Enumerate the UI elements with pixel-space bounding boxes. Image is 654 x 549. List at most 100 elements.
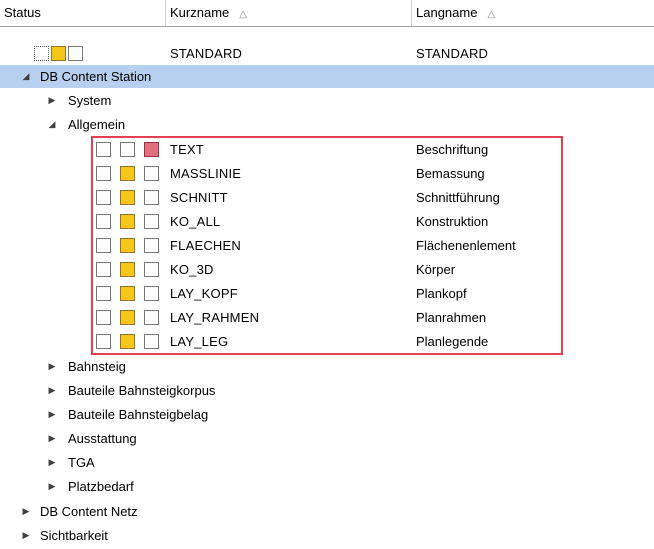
- status-checkbox-visible[interactable]: [96, 214, 111, 229]
- status-checkbox-visible[interactable]: [96, 286, 111, 301]
- tree-label: Bahnsteig: [68, 359, 126, 374]
- collapsed-arrow-icon[interactable]: ▶: [20, 524, 32, 547]
- langname-cell: Beschriftung: [416, 142, 489, 157]
- layer-row[interactable]: LAY_KOPF Plankopf: [0, 282, 654, 305]
- tree-row-tga[interactable]: ▶ TGA: [0, 451, 654, 474]
- tree-row-sichtbarkeit[interactable]: ▶ Sichtbarkeit: [0, 524, 654, 547]
- status-checkbox-locked[interactable]: [144, 286, 159, 301]
- langname-cell: Flächenenlement: [416, 238, 516, 253]
- status-checkbox-locked[interactable]: [144, 166, 159, 181]
- layer-row[interactable]: TEXT Beschriftung: [0, 138, 654, 161]
- tree-row-ausstattung[interactable]: ▶ Ausstattung: [0, 427, 654, 450]
- header-langname[interactable]: Langname △: [412, 0, 654, 26]
- status-checkbox-visible[interactable]: [96, 238, 111, 253]
- status-checkbox-locked[interactable]: [144, 190, 159, 205]
- collapsed-arrow-icon[interactable]: ▶: [20, 500, 32, 523]
- status-checkbox-active[interactable]: [120, 286, 135, 301]
- status-checkbox-active[interactable]: [51, 46, 66, 61]
- layer-row[interactable]: SCHNITT Schnittführung: [0, 186, 654, 209]
- layer-row[interactable]: FLAECHEN Flächenenlement: [0, 234, 654, 257]
- layer-row[interactable]: LAY_LEG Planlegende: [0, 330, 654, 353]
- tree-label: DB Content Netz: [40, 504, 138, 519]
- status-checkbox-locked[interactable]: [68, 46, 83, 61]
- header-kurzname[interactable]: Kurzname △: [166, 0, 411, 26]
- tree-label: DB Content Station: [40, 69, 152, 84]
- langname-cell: Körper: [416, 262, 456, 277]
- header-status-label: Status: [4, 5, 41, 20]
- kurzname-cell: TEXT: [170, 142, 205, 157]
- status-checkbox-active[interactable]: [120, 334, 135, 349]
- kurzname-cell: LAY_KOPF: [170, 286, 238, 301]
- tree-row-allgemein[interactable]: ◢ Allgemein: [0, 113, 654, 136]
- status-checkbox-visible[interactable]: [96, 142, 111, 157]
- tree-label: Sichtbarkeit: [40, 528, 108, 543]
- status-checkbox-visible[interactable]: [34, 46, 49, 61]
- layer-row[interactable]: MASSLINIE Bemassung: [0, 162, 654, 185]
- status-checkbox-locked[interactable]: [144, 214, 159, 229]
- tree-row-bahnsteig[interactable]: ▶ Bahnsteig: [0, 355, 654, 378]
- status-checkbox-locked[interactable]: [144, 262, 159, 277]
- tree-label: Allgemein: [68, 117, 126, 132]
- status-checkbox-active[interactable]: [120, 190, 135, 205]
- langname-cell: Planlegende: [416, 334, 489, 349]
- langname-cell: Plankopf: [416, 286, 467, 301]
- status-checkbox-active[interactable]: [120, 142, 135, 157]
- tree-row-standard[interactable]: STANDARD STANDARD: [0, 42, 654, 65]
- tree-label: Ausstattung: [68, 431, 137, 446]
- header-langname-label: Langname: [416, 5, 478, 20]
- layer-row[interactable]: KO_3D Körper: [0, 258, 654, 281]
- sort-ascending-icon: △: [487, 9, 496, 20]
- status-checkbox-visible[interactable]: [96, 166, 111, 181]
- status-checkbox-active[interactable]: [120, 310, 135, 325]
- expanded-arrow-icon[interactable]: ◢: [46, 113, 58, 136]
- status-checkbox-active[interactable]: [120, 238, 135, 253]
- status-checkbox-active[interactable]: [120, 262, 135, 277]
- collapsed-arrow-icon[interactable]: ▶: [46, 451, 58, 474]
- sort-ascending-icon: △: [239, 9, 247, 20]
- status-checkbox-active[interactable]: [120, 166, 135, 181]
- collapsed-arrow-icon[interactable]: ▶: [46, 89, 58, 112]
- column-header: Status Kurzname △ Langname △: [0, 0, 654, 27]
- kurzname-cell: KO_3D: [170, 262, 214, 277]
- tree-row-db-content-station[interactable]: ◢ DB Content Station: [0, 65, 654, 88]
- tree-row-bauteile-korpus[interactable]: ▶ Bauteile Bahnsteigkorpus: [0, 379, 654, 402]
- status-checkbox-locked[interactable]: [144, 238, 159, 253]
- kurzname-cell: STANDARD: [170, 46, 243, 61]
- langname-cell: Planrahmen: [416, 310, 487, 325]
- collapsed-arrow-icon[interactable]: ▶: [46, 475, 58, 498]
- kurzname-cell: FLAECHEN: [170, 238, 241, 253]
- layer-row[interactable]: KO_ALL Konstruktion: [0, 210, 654, 233]
- tree-row-platzbedarf[interactable]: ▶ Platzbedarf: [0, 475, 654, 498]
- collapsed-arrow-icon[interactable]: ▶: [46, 355, 58, 378]
- collapsed-arrow-icon[interactable]: ▶: [46, 379, 58, 402]
- status-checkbox-visible[interactable]: [96, 310, 111, 325]
- header-kurzname-label: Kurzname: [170, 5, 230, 20]
- tree-label: Bauteile Bahnsteigbelag: [68, 407, 209, 422]
- collapsed-arrow-icon[interactable]: ▶: [46, 427, 58, 450]
- langname-cell: Bemassung: [416, 166, 485, 181]
- tree-label: TGA: [68, 455, 95, 470]
- tree-row-db-content-netz[interactable]: ▶ DB Content Netz: [0, 500, 654, 523]
- kurzname-cell: LAY_LEG: [170, 334, 229, 349]
- collapsed-arrow-icon[interactable]: ▶: [46, 403, 58, 426]
- status-checkbox-visible[interactable]: [96, 334, 111, 349]
- status-checkbox-locked[interactable]: [144, 142, 159, 157]
- langname-cell: STANDARD: [416, 46, 489, 61]
- status-checkbox-visible[interactable]: [96, 190, 111, 205]
- tree-label: Platzbedarf: [68, 479, 134, 494]
- layer-row[interactable]: LAY_RAHMEN Planrahmen: [0, 306, 654, 329]
- tree-row-system[interactable]: ▶ System: [0, 89, 654, 112]
- kurzname-cell: SCHNITT: [170, 190, 228, 205]
- status-checkbox-locked[interactable]: [144, 334, 159, 349]
- kurzname-cell: KO_ALL: [170, 214, 221, 229]
- tree-label: System: [68, 93, 112, 108]
- status-checkbox-visible[interactable]: [96, 262, 111, 277]
- expanded-arrow-icon[interactable]: ◢: [20, 65, 32, 88]
- tree-row-bauteile-belag[interactable]: ▶ Bauteile Bahnsteigbelag: [0, 403, 654, 426]
- status-checkbox-active[interactable]: [120, 214, 135, 229]
- langname-cell: Konstruktion: [416, 214, 489, 229]
- langname-cell: Schnittführung: [416, 190, 500, 205]
- tree-label: Bauteile Bahnsteigkorpus: [68, 383, 216, 398]
- status-checkbox-locked[interactable]: [144, 310, 159, 325]
- header-status[interactable]: Status: [0, 0, 165, 26]
